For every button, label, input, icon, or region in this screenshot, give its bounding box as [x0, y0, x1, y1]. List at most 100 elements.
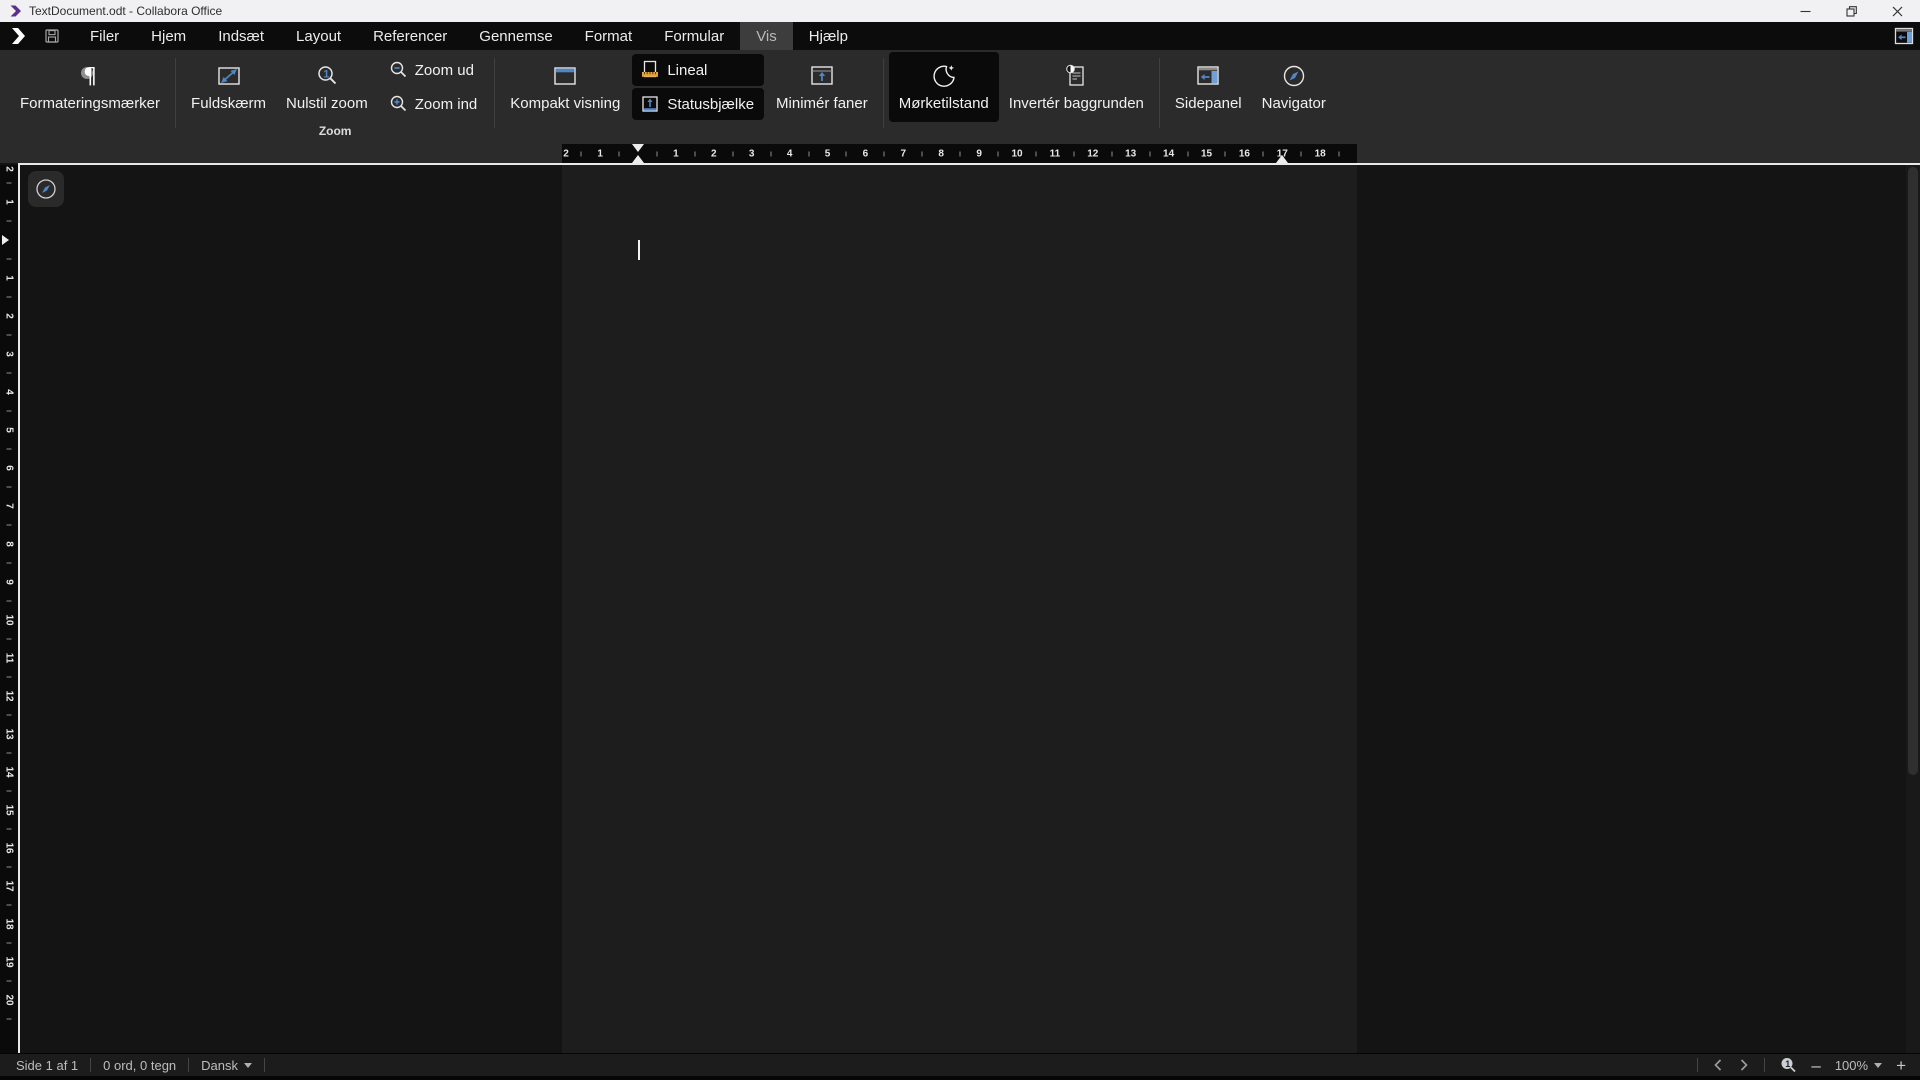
- ruler-toggle-button[interactable]: Lineal: [632, 54, 764, 86]
- collabora-chevron-icon: [8, 26, 28, 46]
- ruler-tick: [7, 221, 12, 222]
- scrollbar-thumb[interactable]: [1908, 167, 1918, 775]
- hanging-indent-icon: [632, 155, 644, 163]
- button-label: Nulstil zoom: [286, 96, 368, 111]
- chevron-down-icon: [1874, 1063, 1882, 1068]
- ribbon-separator: [883, 58, 884, 128]
- button-label: Lineal: [667, 62, 707, 79]
- ruler-number: 15: [1201, 148, 1212, 159]
- sidebar-toggle-icon: [1893, 25, 1915, 47]
- menu-item-filer[interactable]: Filer: [74, 22, 135, 50]
- svg-text:1: 1: [1786, 1059, 1791, 1069]
- menu-item-format[interactable]: Format: [569, 22, 649, 50]
- ruler-number: 9: [4, 579, 15, 585]
- vertical-scrollbar[interactable]: [1906, 165, 1920, 1053]
- ruler-number: 1: [4, 275, 15, 281]
- notebookbar-toggle-button[interactable]: [1893, 22, 1915, 50]
- ruler-tick: [1035, 151, 1036, 156]
- page-status[interactable]: Side 1 af 1: [16, 1058, 78, 1073]
- language-label: Dansk: [201, 1058, 238, 1073]
- menu-item-referencer[interactable]: Referencer: [357, 22, 463, 50]
- app-menu-button[interactable]: [0, 22, 36, 50]
- ruler-number: 13: [4, 728, 15, 739]
- ruler-number: 2: [4, 313, 15, 319]
- save-button[interactable]: [36, 22, 68, 50]
- previous-page-button[interactable]: [1712, 1058, 1724, 1072]
- menu-item-indsæt[interactable]: Indsæt: [202, 22, 280, 50]
- ruler-number: 6: [863, 148, 869, 159]
- chevron-down-icon: [244, 1063, 252, 1068]
- ribbon-group-zoom: Fuldskærm 1 Nulstil zoom Zoom ud Zoom in…: [181, 50, 489, 144]
- word-count[interactable]: 0 ord, 0 tegn: [103, 1058, 176, 1073]
- ruler-number: 1: [4, 199, 15, 205]
- menu-item-gennemse[interactable]: Gennemse: [463, 22, 568, 50]
- ruler-number: 2: [563, 148, 569, 159]
- document-page[interactable]: [562, 165, 1357, 1053]
- language-selector[interactable]: Dansk: [201, 1058, 252, 1073]
- ruler-tick: [7, 753, 12, 754]
- menu-item-vis[interactable]: Vis: [740, 22, 793, 50]
- zoom-in-control[interactable]: +: [1896, 1057, 1906, 1074]
- button-label: Sidepanel: [1175, 96, 1242, 111]
- ruler-tick: [1339, 151, 1340, 156]
- zoom-out-control[interactable]: –: [1811, 1057, 1820, 1074]
- ribbon-separator: [1159, 58, 1160, 128]
- compact-view-button[interactable]: Kompakt visning: [500, 52, 630, 122]
- zoom-in-button[interactable]: Zoom ind: [380, 88, 488, 120]
- fullscreen-button[interactable]: Fuldskærm: [181, 52, 276, 122]
- ruler-number: 2: [711, 148, 717, 159]
- ruler-tick: [1149, 151, 1150, 156]
- invert-background-button[interactable]: Invertér baggrunden: [999, 52, 1154, 122]
- menu-item-layout[interactable]: Layout: [280, 22, 357, 50]
- minimize-tabs-button[interactable]: Minimér faner: [766, 52, 878, 122]
- ruler-number: 4: [4, 389, 15, 395]
- ribbon-group-appearance: Mørketilstand Invertér baggrunden: [889, 50, 1154, 144]
- ruler-number: 8: [4, 541, 15, 547]
- menu-item-formular[interactable]: Formular: [648, 22, 740, 50]
- ruler-number: 3: [4, 351, 15, 357]
- restore-icon: [1846, 6, 1857, 17]
- dark-mode-button[interactable]: Mørketilstand: [889, 52, 999, 122]
- ruler-icon: [640, 60, 660, 80]
- ruler-tick: [808, 151, 809, 156]
- zoom-out-button[interactable]: Zoom ud: [380, 54, 488, 86]
- ruler-tick: [7, 335, 12, 336]
- ruler-number: 13: [1125, 148, 1136, 159]
- reset-zoom-button[interactable]: 1 Nulstil zoom: [276, 52, 378, 122]
- ruler-number: 5: [4, 427, 15, 433]
- ruler-tick: [732, 151, 733, 156]
- menu-item-hjem[interactable]: Hjem: [135, 22, 202, 50]
- ruler-number: 11: [4, 653, 15, 664]
- button-label: Navigator: [1262, 96, 1326, 111]
- ruler-tick: [1111, 151, 1112, 156]
- ruler-tick: [7, 601, 12, 602]
- ruler-tick: [922, 151, 923, 156]
- group-caption: [889, 124, 1154, 144]
- zoom-level-selector[interactable]: 100%: [1835, 1058, 1882, 1073]
- formatting-marks-button[interactable]: ¶ Formateringsmærker: [10, 52, 170, 122]
- navigator-compass-icon: [1281, 63, 1307, 89]
- zoom-out-label: –: [1811, 1057, 1820, 1074]
- ribbon-group-panels: Sidepanel Navigator: [1165, 50, 1336, 144]
- button-label: Fuldskærm: [191, 96, 266, 111]
- restore-button[interactable]: [1828, 0, 1874, 22]
- close-button[interactable]: [1874, 0, 1920, 22]
- menu-item-hjælp[interactable]: Hjælp: [793, 22, 864, 50]
- top-margin-marker[interactable]: [2, 235, 9, 245]
- next-page-button[interactable]: [1738, 1058, 1750, 1072]
- ruler-number: 9: [976, 148, 982, 159]
- status-bar-toggle-button[interactable]: Statusbjælke: [632, 88, 764, 120]
- indent-marker[interactable]: [632, 144, 644, 163]
- navigator-floating-button[interactable]: [28, 171, 64, 207]
- minimize-button[interactable]: [1782, 0, 1828, 22]
- ruler-number: 17: [1277, 148, 1288, 159]
- status-bar: Side 1 af 1 0 ord, 0 tegn Dansk 1 –: [0, 1053, 1920, 1076]
- zoom-reset-button[interactable]: 1: [1779, 1056, 1797, 1074]
- navigator-button[interactable]: Navigator: [1252, 52, 1336, 122]
- ruler-number: 7: [901, 148, 907, 159]
- button-label: Minimér faner: [776, 96, 868, 111]
- ruler-number: 1: [673, 148, 679, 159]
- sidebar-button[interactable]: Sidepanel: [1165, 52, 1252, 122]
- ruler-tick: [7, 259, 12, 260]
- window-title: TextDocument.odt - Collabora Office: [29, 4, 222, 18]
